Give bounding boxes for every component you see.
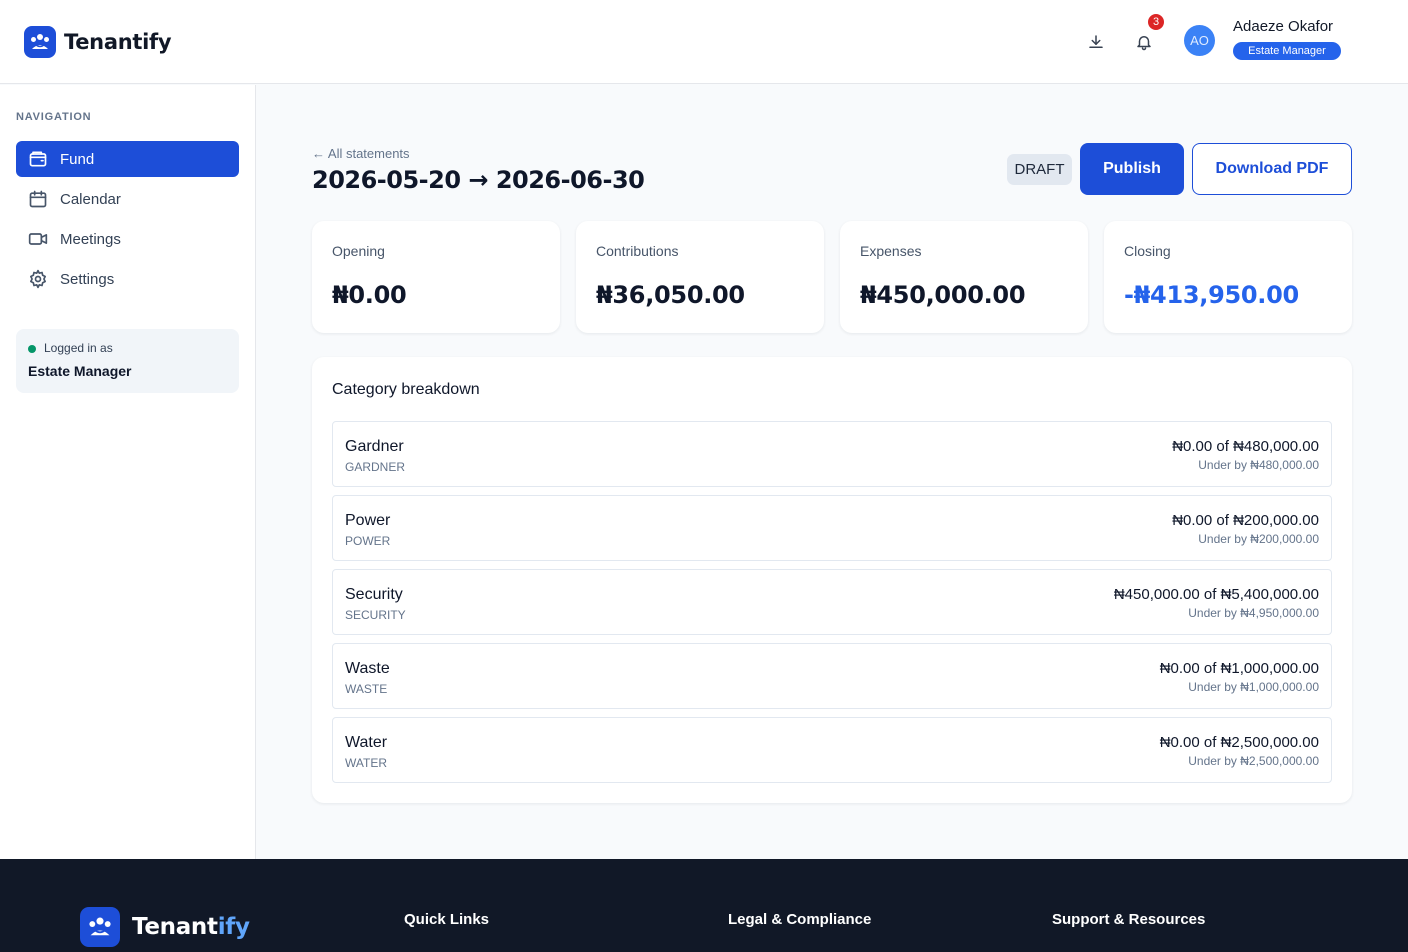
category-row[interactable]: Security SECURITY ₦450,000.00 of ₦5,400,… (332, 569, 1332, 635)
category-variance: Under by ₦480,000.00 (1198, 458, 1319, 472)
publish-button[interactable]: Publish (1080, 143, 1184, 195)
category-amount: ₦0.00 of ₦480,000.00 (1172, 438, 1319, 455)
calendar-icon (28, 189, 48, 209)
category-code: POWER (345, 534, 391, 548)
video-icon (28, 229, 48, 249)
stat-value: -₦413,950.00 (1124, 281, 1299, 309)
section-title: Category breakdown (332, 381, 480, 398)
notification-count-badge: 3 (1148, 14, 1164, 30)
sidebar-item-calendar[interactable]: Calendar (16, 181, 239, 217)
role-badge: Estate Manager (1233, 42, 1341, 60)
category-amount: ₦0.00 of ₦1,000,000.00 (1159, 660, 1319, 677)
login-status-card: Logged in as Estate Manager (16, 329, 239, 393)
sidebar-item-fund[interactable]: Fund (16, 141, 239, 177)
category-name: Power (345, 512, 391, 529)
category-code: WATER (345, 756, 387, 770)
logo-mark-icon (24, 26, 56, 58)
category-variance: Under by ₦2,500,000.00 (1188, 754, 1319, 768)
category-code: WASTE (345, 682, 388, 696)
all-statements-link[interactable]: ← All statements (312, 146, 410, 161)
footer-brand-name-accent: ify (217, 914, 250, 940)
gear-icon (28, 269, 48, 289)
login-role: Estate Manager (28, 363, 132, 379)
category-row[interactable]: Water WATER ₦0.00 of ₦2,500,000.00 Under… (332, 717, 1332, 783)
category-amount: ₦450,000.00 of ₦5,400,000.00 (1113, 586, 1319, 603)
footer-heading-support: Support & Resources (1052, 911, 1206, 928)
avatar[interactable]: AO (1184, 25, 1215, 56)
footer: Tenantify Quick Links Legal & Compliance… (0, 859, 1408, 952)
category-name: Water (345, 734, 388, 751)
sidebar-item-label: Meetings (60, 230, 121, 248)
category-breakdown-panel: Category breakdown Gardner GARDNER ₦0.00… (312, 357, 1352, 803)
bell-icon[interactable] (1132, 30, 1156, 54)
login-label: Logged in as (44, 341, 113, 355)
sidebar-item-settings[interactable]: Settings (16, 261, 239, 297)
page-title: 2026-05-20 → 2026-06-30 (312, 166, 645, 194)
top-bar: Tenantify 3 AO Adaeze Okafor Estate Mana… (0, 0, 1408, 84)
stat-value: ₦0.00 (332, 281, 407, 309)
category-row[interactable]: Gardner GARDNER ₦0.00 of ₦480,000.00 Und… (332, 421, 1332, 487)
sidebar: NAVIGATION Fund Calendar Meetings Settin… (0, 85, 256, 859)
footer-heading-quick-links: Quick Links (404, 911, 490, 928)
footer-brand-name-part: Tenant (132, 914, 218, 940)
category-variance: Under by ₦1,000,000.00 (1188, 680, 1319, 694)
category-code: GARDNER (345, 460, 406, 474)
status-badge: DRAFT (1007, 154, 1072, 185)
download-pdf-button[interactable]: Download PDF (1192, 143, 1352, 195)
stat-label: Expenses (860, 243, 922, 259)
footer-heading-legal: Legal & Compliance (728, 911, 872, 928)
category-amount: ₦0.00 of ₦2,500,000.00 (1159, 734, 1319, 751)
logo-mark-icon (80, 907, 120, 947)
stat-card-closing: Closing -₦413,950.00 (1104, 221, 1352, 333)
footer-brand-name: Tenantify (132, 914, 250, 940)
brand-logo[interactable]: Tenantify (24, 26, 172, 58)
category-row[interactable]: Waste WASTE ₦0.00 of ₦1,000,000.00 Under… (332, 643, 1332, 709)
category-variance: Under by ₦200,000.00 (1198, 532, 1319, 546)
online-status-dot (28, 345, 36, 353)
wallet-icon (28, 149, 48, 169)
sidebar-item-label: Settings (60, 270, 115, 288)
stat-card-contributions: Contributions ₦36,050.00 (576, 221, 824, 333)
stat-card-opening: Opening ₦0.00 (312, 221, 560, 333)
category-row[interactable]: Power POWER ₦0.00 of ₦200,000.00 Under b… (332, 495, 1332, 561)
category-name: Waste (345, 660, 390, 677)
sidebar-item-label: Calendar (60, 190, 121, 208)
category-name: Security (345, 586, 403, 603)
footer-brand-logo[interactable]: Tenantify (80, 907, 250, 947)
category-code: SECURITY (345, 608, 406, 622)
stat-value: ₦450,000.00 (860, 281, 1026, 309)
stat-card-expenses: Expenses ₦450,000.00 (840, 221, 1088, 333)
nav-heading: NAVIGATION (16, 111, 92, 123)
stat-label: Closing (1124, 243, 1171, 259)
stat-label: Contributions (596, 243, 679, 259)
stat-value: ₦36,050.00 (596, 281, 745, 309)
user-name: Adaeze Okafor (1233, 18, 1334, 35)
category-variance: Under by ₦4,950,000.00 (1188, 606, 1319, 620)
category-name: Gardner (345, 438, 404, 455)
stat-label: Opening (332, 243, 385, 259)
sidebar-item-meetings[interactable]: Meetings (16, 221, 239, 257)
sidebar-item-label: Fund (60, 150, 95, 168)
download-icon[interactable] (1084, 30, 1108, 54)
brand-name: Tenantify (64, 30, 172, 54)
category-amount: ₦0.00 of ₦200,000.00 (1172, 512, 1319, 529)
